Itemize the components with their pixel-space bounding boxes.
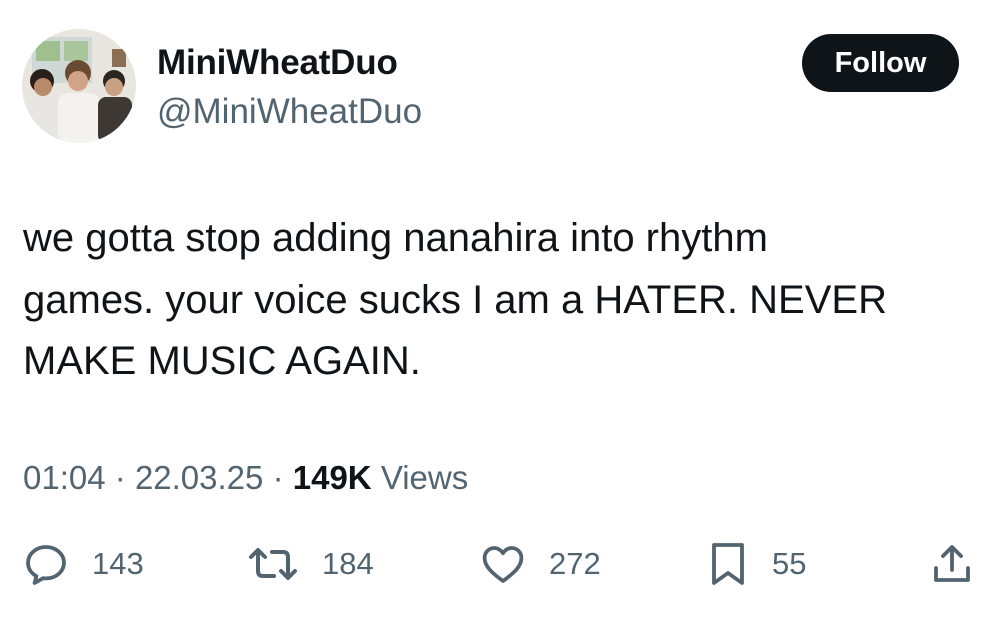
meta-separator: · xyxy=(114,459,126,496)
reply-button[interactable]: 143 xyxy=(22,540,144,588)
share-icon xyxy=(928,540,976,588)
tweet-text-line: MAKE MUSIC AGAIN. xyxy=(23,339,421,383)
avatar[interactable] xyxy=(22,29,136,143)
like-button[interactable]: 272 xyxy=(479,540,601,588)
like-count: 272 xyxy=(549,546,601,581)
bookmark-icon xyxy=(706,540,750,588)
tweet-date[interactable]: 22.03.25 xyxy=(135,459,263,496)
tweet-text: we gotta stop adding nanahira into rhyth… xyxy=(23,208,983,393)
follow-button[interactable]: Follow xyxy=(802,34,959,92)
reply-count: 143 xyxy=(92,546,144,581)
meta-separator: · xyxy=(272,459,284,496)
user-handle[interactable]: @MiniWheatDuo xyxy=(157,91,422,133)
views-count: 149K xyxy=(292,459,372,496)
bookmark-count: 55 xyxy=(772,546,807,581)
reply-icon xyxy=(22,540,70,588)
avatar-photo xyxy=(22,29,136,143)
tweet-text-line: games. your voice sucks I am a HATER. NE… xyxy=(23,277,887,322)
views-label: Views xyxy=(380,459,469,496)
tweet-meta: 01:04 · 22.03.25 · 149K Views xyxy=(23,457,468,499)
bookmark-button[interactable]: 55 xyxy=(706,540,806,588)
tweet-time[interactable]: 01:04 xyxy=(23,459,106,496)
tweet-text-line: we gotta stop adding nanahira into rhyth… xyxy=(23,216,768,260)
repost-count: 184 xyxy=(322,546,374,581)
repost-button[interactable]: 184 xyxy=(246,540,374,588)
display-name[interactable]: MiniWheatDuo xyxy=(157,42,398,84)
share-button[interactable] xyxy=(928,540,976,588)
repost-icon xyxy=(246,540,300,588)
heart-icon xyxy=(479,540,527,588)
